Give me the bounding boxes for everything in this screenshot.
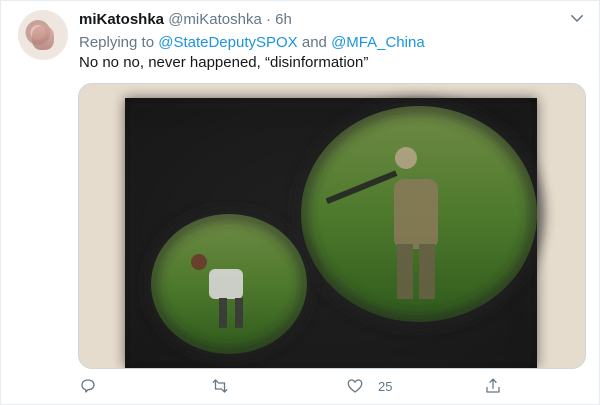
share-icon (486, 378, 500, 393)
like-button[interactable]: 25 (346, 375, 392, 397)
replying-to: Replying to @StateDeputySPOX and @MFA_Ch… (79, 34, 425, 52)
share-button[interactable] (484, 375, 502, 397)
tweet-header: miKatoshka @miKatoshka · 6h (79, 11, 292, 29)
mention-link[interactable]: @MFA_China (331, 34, 425, 51)
tweet-card[interactable]: miKatoshka @miKatoshka · 6h Replying to … (0, 0, 600, 405)
tweet-text: No no no, never happened, “disinformatio… (79, 54, 369, 71)
tweet-actions: 25 (1, 371, 600, 403)
retweet-icon (212, 379, 228, 393)
media-illustration (79, 84, 585, 368)
handle[interactable]: @miKatoshka (168, 11, 262, 28)
retweet-button[interactable] (211, 375, 229, 397)
reply-icon (81, 379, 95, 393)
chevron-down-icon[interactable] (568, 9, 586, 27)
reply-button[interactable] (79, 375, 97, 397)
replying-conjunction: and (301, 34, 327, 51)
display-name[interactable]: miKatoshka (79, 11, 164, 28)
timestamp[interactable]: 6h (275, 11, 292, 28)
tweet-media-image[interactable] (78, 83, 586, 369)
separator: · (265, 11, 271, 28)
mention-link[interactable]: @StateDeputySPOX (158, 34, 297, 51)
like-count: 25 (378, 378, 393, 394)
heart-icon (347, 379, 363, 393)
replying-prefix: Replying to (79, 34, 155, 51)
avatar[interactable] (18, 10, 68, 60)
